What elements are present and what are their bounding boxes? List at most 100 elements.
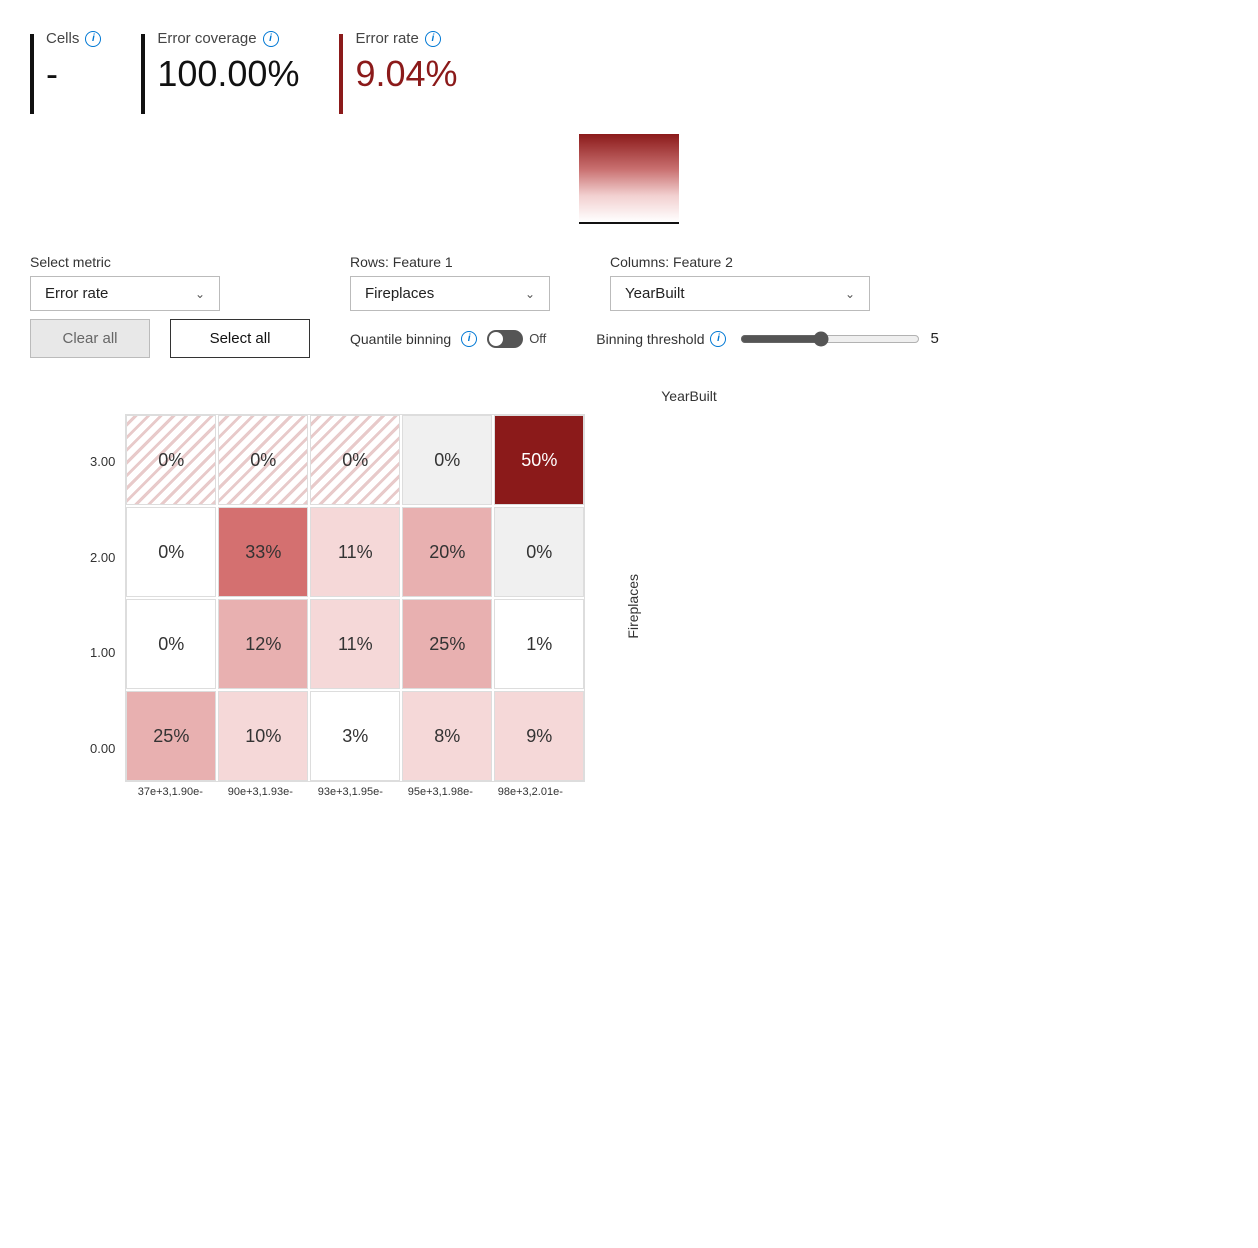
- binning-threshold-label-text: Binning threshold: [596, 331, 704, 347]
- cells-label-text: Cells: [46, 30, 79, 47]
- select-all-button[interactable]: Select all: [170, 319, 310, 358]
- y-label-2: 2.00: [90, 512, 115, 602]
- cell-r1c3-text: 20%: [429, 542, 465, 563]
- cells-value: -: [46, 53, 101, 95]
- rows-dropdown-value: Fireplaces: [365, 285, 434, 302]
- cell-r1c2-text: 11%: [338, 542, 373, 563]
- error-rate-value: 9.04%: [355, 53, 457, 95]
- error-coverage-label: Error coverage i: [157, 30, 299, 47]
- clear-all-button[interactable]: Clear all: [30, 319, 150, 358]
- cell-r0c4-text: 50%: [521, 450, 557, 471]
- error-rate-info-icon[interactable]: i: [425, 31, 441, 47]
- color-legend: [30, 134, 1228, 224]
- cells-info-icon[interactable]: i: [85, 31, 101, 47]
- cell-r3c4[interactable]: 9%: [494, 691, 584, 781]
- cell-r3c3[interactable]: 8%: [402, 691, 492, 781]
- cell-r2c0[interactable]: 0%: [126, 599, 216, 689]
- cell-r0c3-text: 0%: [434, 450, 460, 471]
- cell-r1c4[interactable]: 0%: [494, 507, 584, 597]
- error-coverage-bar: [141, 34, 145, 114]
- rows-control-group: Rows: Feature 1 Fireplaces ⌄: [350, 254, 550, 311]
- binning-threshold-group: Binning threshold i 5: [596, 330, 939, 347]
- metric-control-group: Select metric Error rate ⌄: [30, 254, 220, 311]
- error-coverage-metric: Error coverage i 100.00%: [141, 30, 339, 114]
- cells-bar: [30, 34, 34, 114]
- cell-r2c2-text: 11%: [338, 634, 373, 655]
- x-label-0: 37e+3,1.90e-: [125, 786, 215, 798]
- matrix-grid: 0% 0% 0% 0% 50% 0% 33% 11% 20% 0% 0% 12%…: [125, 414, 585, 782]
- cell-r3c1-text: 10%: [245, 726, 281, 747]
- cell-r2c3-text: 25%: [429, 634, 465, 655]
- error-rate-bar: [339, 34, 343, 114]
- error-coverage-content: Error coverage i 100.00%: [157, 30, 299, 95]
- error-coverage-label-text: Error coverage: [157, 30, 256, 47]
- x-label-3: 95e+3,1.98e-: [395, 786, 485, 798]
- metric-dropdown[interactable]: Error rate ⌄: [30, 276, 220, 311]
- cell-r1c3[interactable]: 20%: [402, 507, 492, 597]
- error-coverage-info-icon[interactable]: i: [263, 31, 279, 47]
- metric-label: Select metric: [30, 254, 220, 270]
- cell-r3c1[interactable]: 10%: [218, 691, 308, 781]
- controls-section: Select metric Error rate ⌄ Rows: Feature…: [30, 254, 1228, 358]
- toggle-state-label: Off: [529, 331, 546, 346]
- x-label-1: 90e+3,1.93e-: [215, 786, 305, 798]
- x-label-4: 98e+3,2.01e-: [485, 786, 575, 798]
- cell-r0c0-text: 0%: [158, 450, 184, 471]
- cell-r2c4[interactable]: 1%: [494, 599, 584, 689]
- cols-label: Columns: Feature 2: [610, 254, 870, 270]
- quantile-binning-info-icon[interactable]: i: [461, 331, 477, 347]
- rows-label: Rows: Feature 1: [350, 254, 550, 270]
- cell-r0c1[interactable]: 0%: [218, 415, 308, 505]
- cells-metric: Cells i -: [30, 30, 141, 114]
- matrix-with-labels: 3.00 2.00 1.00 0.00 0% 0% 0% 0% 50% 0% 3…: [90, 414, 585, 798]
- cols-dropdown[interactable]: YearBuilt ⌄: [610, 276, 870, 311]
- y-label-1: 1.00: [90, 608, 115, 698]
- cell-r0c2[interactable]: 0%: [310, 415, 400, 505]
- cells-content: Cells i -: [46, 30, 101, 95]
- cell-r2c0-text: 0%: [158, 634, 184, 655]
- binning-threshold-value: 5: [930, 330, 938, 347]
- cell-r2c3[interactable]: 25%: [402, 599, 492, 689]
- actions-row: Clear all Select all Quantile binning i …: [30, 319, 1228, 358]
- y-label-3: 3.00: [90, 417, 115, 507]
- cell-r0c1-text: 0%: [250, 450, 276, 471]
- color-gradient: [579, 134, 679, 224]
- cell-r0c2-text: 0%: [342, 450, 368, 471]
- y-label-0: 0.00: [90, 703, 115, 793]
- binning-threshold-label: Binning threshold i: [596, 331, 726, 347]
- quantile-binning-toggle[interactable]: Off: [487, 330, 546, 348]
- metrics-row: Cells i - Error coverage i 100.00% Error…: [30, 20, 1228, 114]
- x-axis-labels: 37e+3,1.90e- 90e+3,1.93e- 93e+3,1.95e- 9…: [125, 786, 585, 798]
- error-coverage-value: 100.00%: [157, 53, 299, 95]
- cols-dropdown-value: YearBuilt: [625, 285, 685, 302]
- metric-chevron-icon: ⌄: [195, 287, 205, 301]
- cell-r2c2[interactable]: 11%: [310, 599, 400, 689]
- quantile-binning-group: Quantile binning i Off: [350, 330, 546, 348]
- cell-r1c1-text: 33%: [245, 542, 281, 563]
- binning-threshold-info-icon[interactable]: i: [710, 331, 726, 347]
- matrix-grid-container: 0% 0% 0% 0% 50% 0% 33% 11% 20% 0% 0% 12%…: [125, 414, 585, 798]
- metric-dropdown-value: Error rate: [45, 285, 108, 302]
- binning-threshold-slider[interactable]: [740, 331, 920, 347]
- cell-r3c2[interactable]: 3%: [310, 691, 400, 781]
- cell-r1c4-text: 0%: [526, 542, 552, 563]
- cell-r3c3-text: 8%: [434, 726, 460, 747]
- toggle-track[interactable]: [487, 330, 523, 348]
- cell-r2c1-text: 12%: [245, 634, 281, 655]
- cols-chevron-icon: ⌄: [845, 287, 855, 301]
- slider-container: 5: [740, 330, 938, 347]
- cell-r1c1[interactable]: 33%: [218, 507, 308, 597]
- cell-r2c1[interactable]: 12%: [218, 599, 308, 689]
- dropdowns-row: Select metric Error rate ⌄ Rows: Feature…: [30, 254, 1228, 311]
- cols-control-group: Columns: Feature 2 YearBuilt ⌄: [610, 254, 870, 311]
- cell-r0c0[interactable]: 0%: [126, 415, 216, 505]
- matrix-x-title: YearBuilt: [90, 388, 1228, 404]
- rows-dropdown[interactable]: Fireplaces ⌄: [350, 276, 550, 311]
- cell-r0c3[interactable]: 0%: [402, 415, 492, 505]
- y-axis-labels: 3.00 2.00 1.00 0.00: [90, 414, 125, 798]
- cell-r1c0[interactable]: 0%: [126, 507, 216, 597]
- cell-r0c4[interactable]: 50%: [494, 415, 584, 505]
- x-label-2: 93e+3,1.95e-: [305, 786, 395, 798]
- cell-r1c2[interactable]: 11%: [310, 507, 400, 597]
- cell-r3c0[interactable]: 25%: [126, 691, 216, 781]
